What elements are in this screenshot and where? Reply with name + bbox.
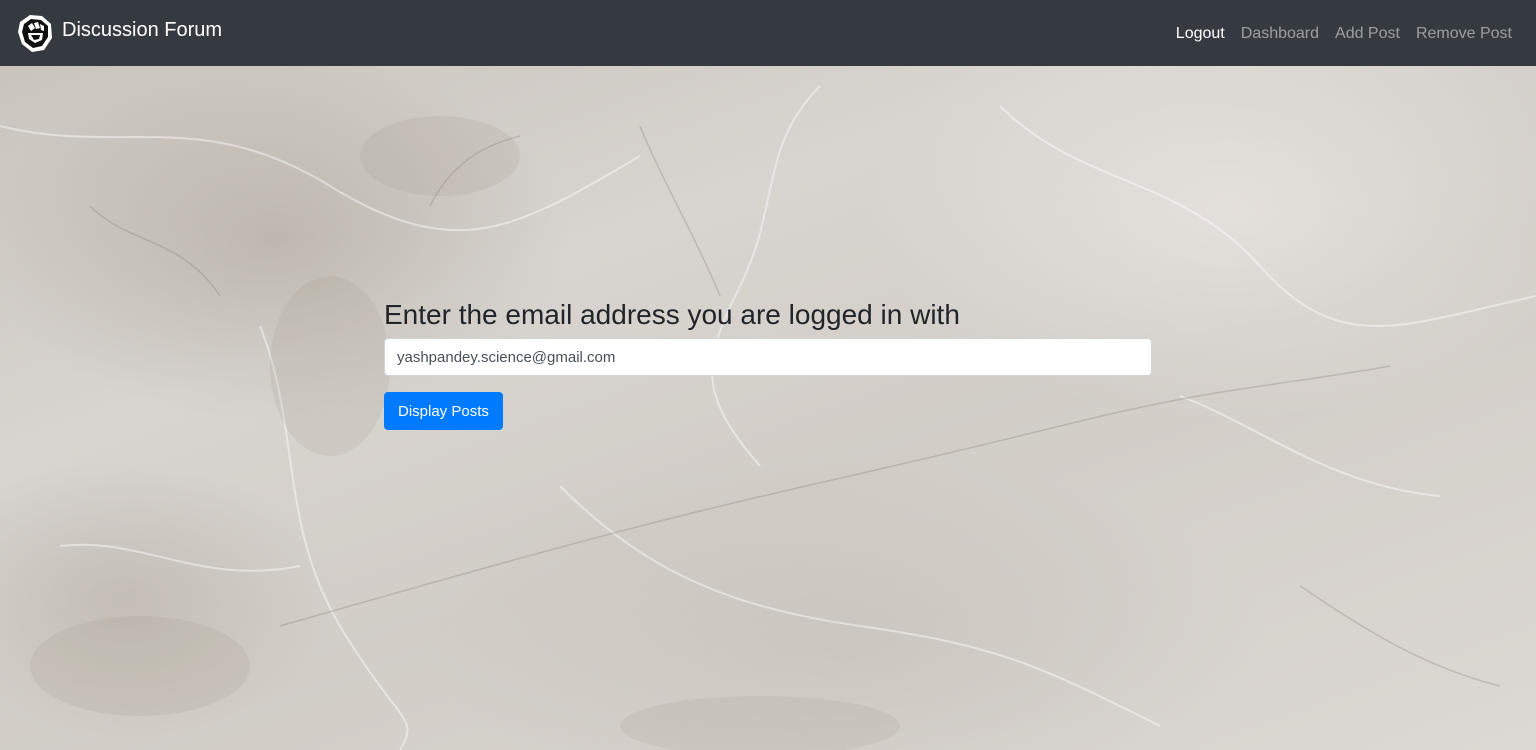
display-posts-button[interactable]: Display Posts	[384, 392, 503, 430]
email-input[interactable]	[384, 338, 1152, 376]
brand-home-link[interactable]: Discussion Forum	[16, 12, 222, 54]
top-navbar: Discussion Forum Logout Dashboard Add Po…	[0, 0, 1536, 66]
nav-dashboard-link[interactable]: Dashboard	[1233, 22, 1327, 46]
nav-add-post-link[interactable]: Add Post	[1327, 22, 1408, 46]
nav-remove-post-link[interactable]: Remove Post	[1408, 22, 1520, 46]
nav-links: Logout Dashboard Add Post Remove Post	[1168, 22, 1520, 46]
fist-logo-icon	[18, 15, 52, 52]
email-form-section: Enter the email address you are logged i…	[384, 296, 1152, 430]
email-prompt-heading: Enter the email address you are logged i…	[384, 299, 960, 330]
brand-title: Discussion Forum	[62, 19, 223, 41]
nav-logout-link[interactable]: Logout	[1168, 22, 1233, 46]
